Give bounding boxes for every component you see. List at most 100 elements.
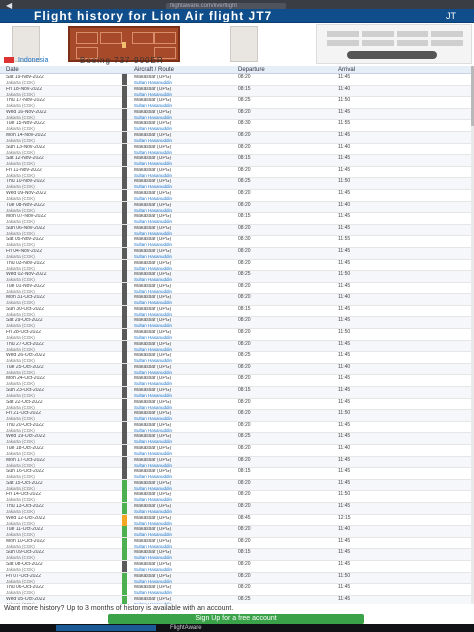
route-detail-link[interactable]: Sultan Hasanuddin: [134, 277, 234, 282]
table-row[interactable]: Sun 06-Nov-2022 Jakarta (CGK) Makassar (UP…: [0, 224, 474, 237]
table-row[interactable]: Sun 09-Oct-2022 Jakarta (CGK) Makassar (UP…: [0, 549, 474, 561]
table-row[interactable]: Mon 24-Oct-2022 Jakarta (CGK) Makassar (UP…: [0, 375, 474, 388]
route-detail-link[interactable]: Sultan Hasanuddin: [134, 439, 234, 444]
table-row[interactable]: Tue 25-Oct-2022 Jakarta (CGK) Makassar (UP…: [0, 363, 474, 376]
route-detail-link[interactable]: Sultan Hasanuddin: [134, 579, 234, 584]
route-detail-link[interactable]: Sultan Hasanuddin: [134, 323, 234, 328]
header-arrival[interactable]: Arrival: [338, 67, 355, 73]
route-detail-link[interactable]: Sultan Hasanuddin: [134, 242, 234, 247]
route-detail-link[interactable]: Sultan Hasanuddin: [134, 370, 234, 375]
table-row[interactable]: Mon 10-Oct-2022 Jakarta (CGK) Makassar (UP…: [0, 537, 474, 550]
table-row[interactable]: Wed 02-Nov-2022 Jakarta (CGK) Makassar (UP…: [0, 271, 474, 283]
table-row[interactable]: Mon 31-Oct-2022 Jakarta (CGK) Makassar (UP…: [0, 294, 474, 306]
route-detail-link[interactable]: Sultan Hasanuddin: [134, 196, 234, 201]
table-row[interactable]: Tue 11-Oct-2022 Jakarta (CGK) Makassar (UP…: [0, 526, 474, 538]
route-detail-link[interactable]: Sultan Hasanuddin: [134, 358, 234, 363]
table-row[interactable]: Thu 17-Nov-2022 Jakarta (CGK) Makassar (UP…: [0, 97, 474, 109]
table-row[interactable]: Sun 16-Oct-2022 Jakarta (CGK) Makassar (UP…: [0, 468, 474, 480]
route-detail-link[interactable]: Sultan Hasanuddin: [134, 428, 234, 433]
header-date[interactable]: Date: [6, 67, 19, 73]
table-row[interactable]: Wed 09-Nov-2022 Jakarta (CGK) Makassar (UP…: [0, 189, 474, 202]
table-row[interactable]: Thu 13-Oct-2022 Jakarta (CGK) Makassar (UP…: [0, 502, 474, 515]
table-row[interactable]: Tue 08-Nov-2022 Jakarta (CGK) Makassar (UP…: [0, 201, 474, 214]
table-row[interactable]: Sat 29-Oct-2022 Jakarta (CGK) Makassar (UP…: [0, 317, 474, 330]
route-detail-link[interactable]: Sultan Hasanuddin: [134, 300, 234, 305]
table-row[interactable]: Tue 01-Nov-2022 Jakarta (CGK) Makassar (UP…: [0, 282, 474, 295]
table-row[interactable]: Thu 27-Oct-2022 Jakarta (CGK) Makassar (UP…: [0, 340, 474, 353]
route-detail-link[interactable]: Sultan Hasanuddin: [134, 254, 234, 259]
table-row[interactable]: Thu 20-Oct-2022 Jakarta (CGK) Makassar (UP…: [0, 421, 474, 434]
route-detail-link[interactable]: Sultan Hasanuddin: [134, 92, 234, 97]
table-row[interactable]: Tue 15-Nov-2022 Jakarta (CGK) Makassar (UP…: [0, 120, 474, 132]
table-row[interactable]: Sat 19-Nov-2022 Jakarta (CGK) Makassar (UP…: [0, 74, 474, 86]
table-row[interactable]: Sat 08-Oct-2022 Jakarta (CGK) Makassar (UP…: [0, 560, 474, 573]
route-detail-link[interactable]: Sultan Hasanuddin: [134, 173, 234, 178]
header-departure[interactable]: Departure: [238, 67, 265, 73]
route-detail-link[interactable]: Sultan Hasanuddin: [134, 532, 234, 537]
table-row[interactable]: Sun 13-Nov-2022 Jakarta (CGK) Makassar (UP…: [0, 143, 474, 156]
header-route[interactable]: Aircraft / Route: [134, 67, 174, 73]
table-row[interactable]: Fri 11-Nov-2022 Jakarta (CGK) Makassar (UP…: [0, 166, 474, 179]
route-detail-link[interactable]: Sultan Hasanuddin: [134, 335, 234, 340]
table-row[interactable]: Sat 22-Oct-2022 Jakarta (CGK) Makassar (UP…: [0, 398, 474, 411]
table-row[interactable]: Mon 07-Nov-2022 Jakarta (CGK) Makassar (UP…: [0, 213, 474, 225]
table-row[interactable]: Tue 18-Oct-2022 Jakarta (CGK) Makassar (UP…: [0, 445, 474, 457]
table-row[interactable]: Sat 12-Nov-2022 Jakarta (CGK) Makassar (UP…: [0, 155, 474, 167]
table-row[interactable]: Fri 14-Oct-2022 Jakarta (CGK) Makassar (UP…: [0, 491, 474, 503]
route-detail-link[interactable]: Sultan Hasanuddin: [134, 312, 234, 317]
route-detail-link[interactable]: Sultan Hasanuddin: [134, 266, 234, 271]
route-detail-link[interactable]: Sultan Hasanuddin: [134, 126, 234, 131]
route-detail-link[interactable]: Sultan Hasanuddin: [134, 567, 234, 572]
route-detail-link[interactable]: Sultan Hasanuddin: [134, 184, 234, 189]
signup-button[interactable]: Sign Up for a free account: [108, 614, 364, 624]
route-detail-link[interactable]: Sultan Hasanuddin: [134, 416, 234, 421]
route-detail-link[interactable]: Sultan Hasanuddin: [134, 289, 234, 294]
route-detail-link[interactable]: Sultan Hasanuddin: [134, 555, 234, 560]
table-row[interactable]: Mon 14-Nov-2022 Jakarta (CGK) Makassar (UP…: [0, 131, 474, 144]
table-row[interactable]: Fri 21-Oct-2022 Jakarta (CGK) Makassar (UP…: [0, 410, 474, 422]
route-detail-link[interactable]: Sultan Hasanuddin: [134, 115, 234, 120]
route-detail-link[interactable]: Sultan Hasanuddin: [134, 590, 234, 595]
route-detail-link[interactable]: Sultan Hasanuddin: [134, 405, 234, 410]
route-detail-link[interactable]: Sultan Hasanuddin: [134, 103, 234, 108]
table-row[interactable]: Wed 19-Oct-2022 Jakarta (CGK) Makassar (UP…: [0, 433, 474, 445]
table-row[interactable]: Thu 03-Nov-2022 Jakarta (CGK) Makassar (UP…: [0, 259, 474, 272]
table-row[interactable]: Fri 04-Nov-2022 Jakarta (CGK) Makassar (UP…: [0, 247, 474, 260]
route-detail-link[interactable]: Sultan Hasanuddin: [134, 393, 234, 398]
table-row[interactable]: Fri 18-Nov-2022 Jakarta (CGK) Makassar (UP…: [0, 85, 474, 98]
route-detail-link[interactable]: Sultan Hasanuddin: [134, 381, 234, 386]
table-row[interactable]: Mon 17-Oct-2022 Jakarta (CGK) Makassar (UP…: [0, 456, 474, 469]
table-row[interactable]: Fri 28-Oct-2022 Jakarta (CGK) Makassar (UP…: [0, 329, 474, 341]
route-detail-link[interactable]: Sultan Hasanuddin: [134, 521, 234, 526]
table-row[interactable]: Sat 05-Nov-2022 Jakarta (CGK) Makassar (UP…: [0, 236, 474, 248]
departure-time: 08:30: [238, 236, 251, 243]
table-row[interactable]: Sat 15-Oct-2022 Jakarta (CGK) Makassar (UP…: [0, 479, 474, 492]
route-detail-link[interactable]: Sultan Hasanuddin: [134, 474, 234, 479]
route-detail-link[interactable]: Sultan Hasanuddin: [134, 497, 234, 502]
ad-button[interactable]: [347, 51, 437, 59]
ad-right-panel[interactable]: [316, 24, 472, 64]
route-detail-link[interactable]: Sultan Hasanuddin: [134, 463, 234, 468]
route-detail-link[interactable]: Sultan Hasanuddin: [134, 231, 234, 236]
bottom-thumbnail[interactable]: [56, 625, 156, 631]
country-label[interactable]: Indonesia: [18, 57, 48, 64]
table-row[interactable]: Wed 26-Oct-2022 Jakarta (CGK) Makassar (UP…: [0, 352, 474, 364]
route-detail-link[interactable]: Sultan Hasanuddin: [134, 161, 234, 166]
table-row[interactable]: Wed 16-Nov-2022 Jakarta (CGK) Makassar (UP…: [0, 108, 474, 121]
route-detail-link[interactable]: Sultan Hasanuddin: [134, 347, 234, 352]
route-detail-link[interactable]: Sultan Hasanuddin: [134, 509, 234, 514]
table-row[interactable]: Thu 06-Oct-2022 Jakarta (CGK) Makassar (UP…: [0, 584, 474, 596]
route-detail-link[interactable]: Sultan Hasanuddin: [134, 486, 234, 491]
route-detail-link[interactable]: Sultan Hasanuddin: [134, 208, 234, 213]
table-row[interactable]: Sun 23-Oct-2022 Jakarta (CGK) Makassar (UP…: [0, 387, 474, 399]
table-row[interactable]: Wed 12-Oct-2022 Jakarta (CGK) Makassar (UP…: [0, 514, 474, 527]
route-detail-link[interactable]: Sultan Hasanuddin: [134, 138, 234, 143]
table-row[interactable]: Sun 30-Oct-2022 Jakarta (CGK) Makassar (UP…: [0, 305, 474, 318]
table-row[interactable]: Thu 10-Nov-2022 Jakarta (CGK) Makassar (UP…: [0, 178, 474, 190]
table-row[interactable]: Fri 07-Oct-2022 Jakarta (CGK) Makassar (UP…: [0, 572, 474, 585]
route-detail-link[interactable]: Sultan Hasanuddin: [134, 451, 234, 456]
route-detail-link[interactable]: Sultan Hasanuddin: [134, 219, 234, 224]
route-detail-link[interactable]: Sultan Hasanuddin: [134, 544, 234, 549]
route-detail-link[interactable]: Sultan Hasanuddin: [134, 150, 234, 155]
route-detail-link[interactable]: Sultan Hasanuddin: [134, 80, 234, 85]
